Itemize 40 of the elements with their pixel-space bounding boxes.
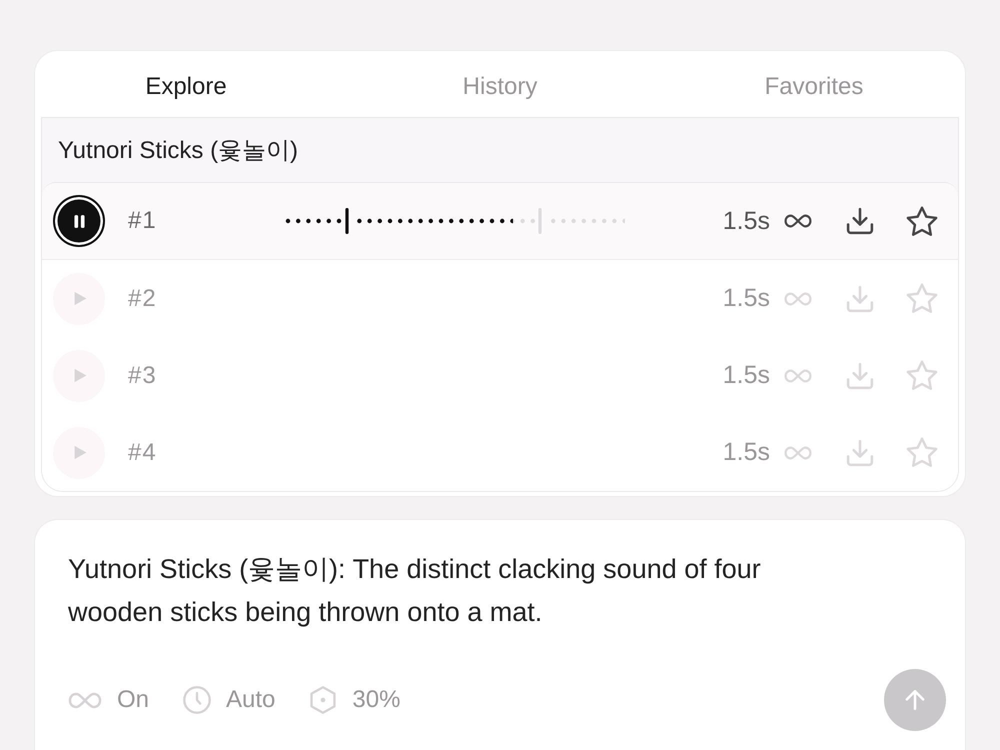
tab[interactable]: History — [343, 51, 657, 117]
tab[interactable]: Favorites — [657, 51, 971, 117]
influence-selector[interactable]: 30% — [309, 686, 400, 714]
download-icon — [846, 438, 874, 466]
pause-button[interactable] — [53, 195, 105, 247]
star-icon — [906, 283, 938, 314]
duration-label: 1.5s — [722, 361, 770, 390]
variation-label: #2 — [128, 284, 158, 312]
star-icon — [906, 437, 938, 468]
infinity-icon — [68, 692, 102, 708]
duration-label: 1.5s — [722, 206, 770, 236]
variation-label: #3 — [128, 362, 158, 390]
star-icon — [906, 360, 938, 391]
download-button[interactable] — [846, 207, 874, 235]
infinity-icon — [784, 368, 812, 382]
play-icon — [74, 368, 87, 383]
arrow-up-icon — [905, 690, 925, 710]
play-icon — [74, 291, 87, 306]
duration-selector[interactable]: Auto — [183, 686, 276, 714]
clock-icon — [183, 686, 212, 714]
prompt-field[interactable]: Yutnori Sticks (윷놀이): The distinct clacking sound of four wooden sticks being thrown onto a mat. — [68, 548, 843, 634]
sound-title: Yutnori Sticks (윷놀이) — [57, 136, 300, 166]
pause-icon — [74, 214, 84, 228]
favorite-button[interactable] — [906, 206, 938, 236]
variation-row[interactable]: #1 1.5s — [42, 183, 958, 260]
duration-label: 1.5s — [722, 284, 770, 313]
download-icon — [846, 207, 874, 235]
play-icon — [74, 445, 87, 460]
duration-label: 1.5s — [722, 438, 770, 467]
star-icon — [906, 206, 938, 236]
loop-toggle[interactable]: On — [68, 686, 150, 714]
variation-label: #1 — [128, 207, 158, 235]
tab[interactable]: Explore — [29, 51, 343, 117]
infinity-icon — [784, 214, 812, 228]
waveform-track[interactable] — [285, 206, 625, 236]
download-icon — [846, 284, 874, 312]
variation-label: #4 — [128, 438, 158, 466]
infinity-icon — [784, 292, 812, 306]
infinity-icon — [784, 446, 812, 460]
download-icon — [846, 362, 874, 390]
